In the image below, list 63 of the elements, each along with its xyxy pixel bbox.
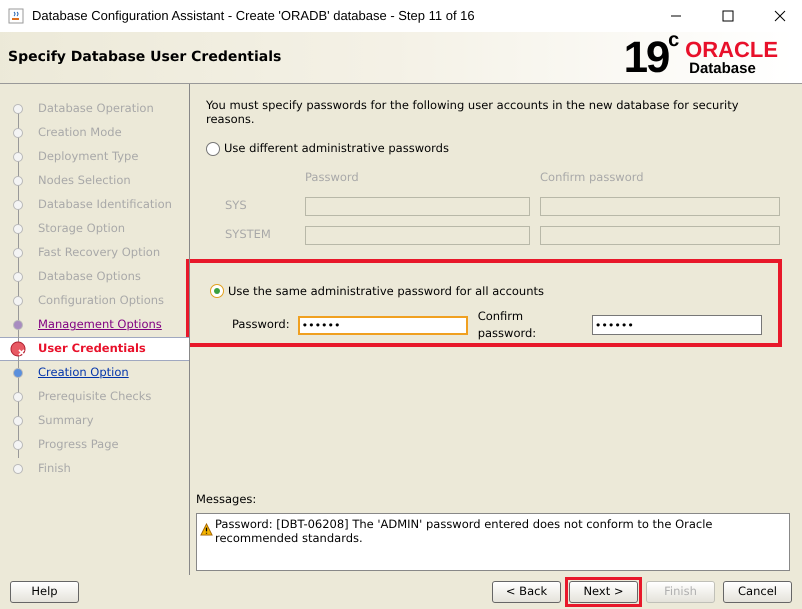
step-item: Fast Recovery Option [38,244,160,262]
confirm-password-input[interactable]: •••••• [592,315,762,335]
dialog-button[interactable]: < Back [492,581,561,603]
account-label: SYS [225,197,248,214]
version-number: 19$^{c}$ [624,36,678,80]
password-field[interactable] [305,196,530,216]
step-dot-icon [13,104,23,114]
step-dot-icon [13,248,23,258]
intro-text: You must specify passwords for the following user accounts in the new database for security reasons. [205,98,740,126]
message-text: Password: [DBT-06208] The 'ADMIN' password entered does not conform to the Oracle recommended standards. [215,517,714,545]
step-item: Deployment Type [38,148,138,166]
window-title: Database Configuration Assistant - Create 'ORADB' database - Step 11 of 16 [32,7,476,26]
step-item: Configuration Options [38,292,164,310]
step-item: Storage Option [38,220,126,238]
confirm-password-field[interactable] [540,196,780,216]
step-dot-icon [13,200,23,210]
confirm-password-label: Confirm password: [478,308,538,342]
step-dot-icon [13,152,23,162]
step-item: Database Options [38,268,141,286]
maximize-icon[interactable] [722,10,734,22]
step-dot-icon [13,224,23,234]
brand-name: ORACLE [685,39,778,61]
password-input[interactable]: •••••• [298,316,468,334]
account-label: SYSTEM [225,226,272,244]
step-item: Summary [38,412,94,430]
radio-button[interactable] [206,142,220,156]
step-item: Creation Mode [38,124,122,142]
column-label: Password [305,169,360,186]
dialog-button[interactable]: Next > [569,581,638,603]
messages-label: Messages: [196,490,258,508]
step-item: Database Identification [38,196,172,214]
error-step-icon [10,341,26,357]
warning-icon [200,523,213,536]
dialog-button[interactable]: Cancel [723,581,792,603]
confirm-password-field[interactable] [540,226,780,244]
radio-label[interactable]: Use the same administrative password for all accounts [228,282,544,300]
column-label: Confirm password [540,169,645,186]
product-name: Database [689,61,756,76]
step-dot-icon [13,464,23,474]
password-label: Password: [232,316,290,334]
step-item[interactable]: Creation Option [38,364,129,382]
step-dot-icon [13,392,23,402]
step-dot-icon [13,320,23,330]
step-item: Finish [38,460,71,478]
close-icon[interactable] [774,10,786,22]
step-dot-icon [13,368,23,378]
step-item: Progress Page [38,436,119,454]
step-item: Database Operation [38,100,154,118]
step-dot-icon [13,296,23,306]
step-dot-icon [13,440,23,450]
step-dot-icon [13,128,23,138]
page-heading: Specify Database User Credentials [8,48,282,67]
step-item[interactable]: Management Options [38,316,162,334]
radio-label[interactable]: Use different administrative passwords [224,140,449,158]
dialog-button[interactable]: Help [10,581,79,603]
java-cup-icon [8,8,24,24]
password-field[interactable] [305,226,530,244]
radio-button[interactable] [210,284,224,298]
step-dot-icon [13,176,23,186]
step-dot-icon [13,416,23,426]
step-item: Prerequisite Checks [38,388,152,406]
step-item: Nodes Selection [38,172,131,190]
step-dot-icon [13,272,23,282]
